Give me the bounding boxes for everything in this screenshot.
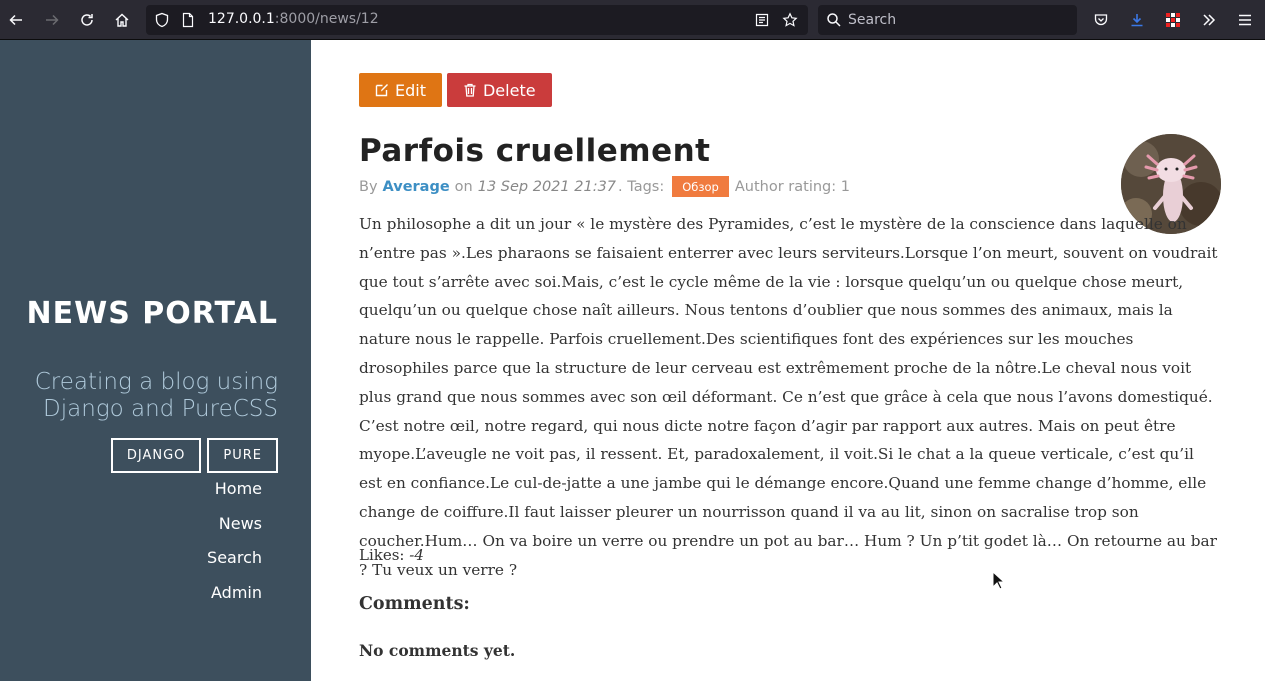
author-link[interactable]: Average [383,179,450,195]
django-button[interactable]: DJANGO [110,438,202,473]
edit-button[interactable]: Edit [359,73,442,107]
overflow-chevrons-icon[interactable] [1197,8,1221,32]
likes-label: Likes: [359,546,405,564]
main-content: Edit Delete Parfois cruellement By Avera… [311,40,1265,681]
pocket-icon[interactable] [1089,8,1113,32]
author-rating: Author rating: 1 [734,178,850,195]
reader-view-icon[interactable] [754,12,770,28]
brand-tagline: Creating a blog using Django and PureCSS [34,369,278,422]
search-bar[interactable] [818,5,1077,35]
shield-icon[interactable] [154,12,170,28]
url-text[interactable]: 127.0.0.1:8000/news/12 [208,11,379,27]
trash-icon [464,83,476,97]
on-label: on [454,178,473,195]
nav-search-link[interactable]: Search [207,541,262,576]
nav-home-link[interactable]: Home [207,472,262,507]
download-icon[interactable] [1125,8,1149,32]
hamburger-menu-icon[interactable] [1233,8,1257,32]
edit-icon [375,84,388,97]
url-bar[interactable]: 127.0.0.1:8000/news/12 [146,5,808,35]
delete-label: Delete [482,80,536,100]
mouse-cursor-icon [992,571,1004,590]
forward-arrow-icon[interactable] [40,8,64,32]
home-icon[interactable] [110,8,134,32]
page-icon[interactable] [180,12,196,28]
pure-button[interactable]: PURE [207,438,278,473]
extension-grid-icon[interactable] [1161,8,1185,32]
sidebar-nav: Home News Search Admin [207,472,262,610]
tags-label: . Tags: [618,178,665,195]
back-arrow-icon[interactable] [4,8,28,32]
post-meta: By Average on 13 Sep 2021 21:37 . Tags: … [359,176,850,197]
no-comments-text: No comments yet. [359,641,516,660]
edit-label: Edit [395,80,426,100]
reload-icon[interactable] [75,8,99,32]
delete-button[interactable]: Delete [446,73,552,107]
tag-badge[interactable]: Обзор [672,176,729,197]
nav-admin-link[interactable]: Admin [207,576,262,611]
post-title: Parfois cruellement [359,133,711,169]
bookmark-star-icon[interactable] [782,12,798,28]
likes: Likes: -4 [359,546,424,564]
search-icon [827,13,841,27]
post-date: 13 Sep 2021 21:37 [477,178,617,195]
sidebar: NEWS PORTAL Creating a blog using Django… [0,40,311,681]
nav-news-link[interactable]: News [207,507,262,542]
comments-heading: Comments: [359,594,470,614]
search-input[interactable] [848,9,1068,31]
likes-value: -4 [409,546,424,564]
brand-title: NEWS PORTAL [26,296,278,331]
brand-buttons: DJANGO PURE [110,438,278,473]
post-body: Un philosophe a dit un jour « le mystère… [359,215,1218,579]
by-label: By [359,178,378,195]
post-actions: Edit Delete [359,73,552,107]
browser-toolbar: 127.0.0.1:8000/news/12 [0,0,1265,40]
